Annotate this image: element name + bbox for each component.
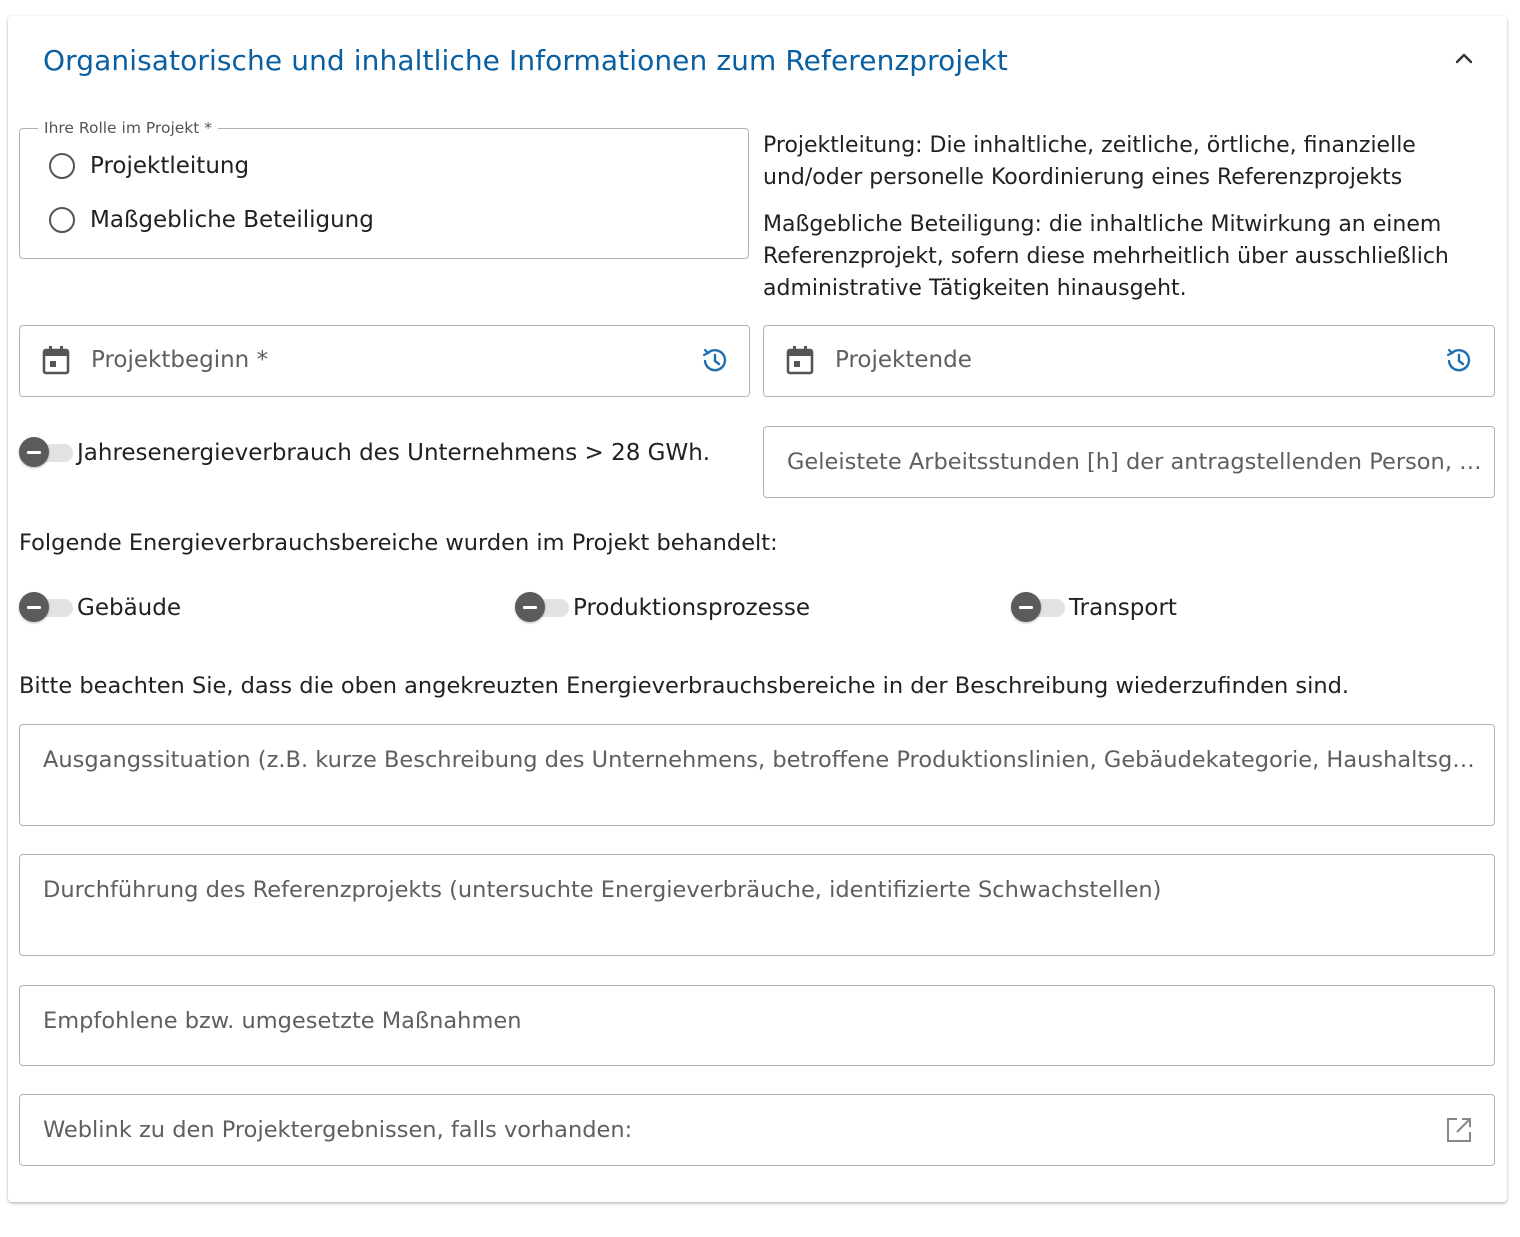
arbeitsstunden-input[interactable]: Geleistete Arbeitsstunden [h] der antrag… [763, 426, 1495, 498]
weblink-input[interactable]: Weblink zu den Projektergebnissen, falls… [19, 1094, 1495, 1166]
weblink-placeholder: Weblink zu den Projektergebnissen, falls… [43, 1117, 633, 1143]
toggle-switch[interactable] [19, 592, 73, 622]
areas-intro: Folgende Energieverbrauchsbereiche wurde… [19, 530, 778, 556]
chevron-up-icon [1455, 53, 1473, 64]
section-title: Organisatorische und inhaltliche Informa… [43, 44, 1008, 77]
info-beteiligung: Maßgebliche Beteiligung: die inhaltliche… [763, 212, 1449, 301]
radio-label: Projektleitung [90, 153, 250, 179]
calendar-icon[interactable] [40, 344, 72, 376]
energy-consumption-toggle[interactable]: Jahresenergieverbrauch des Unternehmens … [19, 437, 711, 467]
projektende-input[interactable]: Projektende [763, 325, 1495, 397]
referenzprojekt-card: Organisatorische und inhaltliche Informa… [8, 16, 1507, 1202]
energy-toggle-label: Jahresenergieverbrauch des Unternehmens … [77, 440, 711, 466]
ausgangssituation-placeholder: Ausgangssituation (z.B. kurze Beschreibu… [43, 747, 1483, 773]
massnahmen-placeholder: Empfohlene bzw. umgesetzte Maßnahmen [43, 1008, 522, 1034]
toggle-produktionsprozesse[interactable]: Produktionsprozesse [515, 592, 810, 622]
minus-icon [515, 592, 545, 622]
toggle-label: Produktionsprozesse [573, 595, 810, 621]
history-icon[interactable] [1444, 346, 1474, 376]
toggle-switch[interactable] [1011, 592, 1065, 622]
toggle-transport[interactable]: Transport [1011, 592, 1177, 622]
toggle-gebaeude[interactable]: Gebäude [19, 592, 181, 622]
radio-circle-icon[interactable] [49, 153, 75, 179]
arbeitsstunden-placeholder: Geleistete Arbeitsstunden [h] der antrag… [787, 449, 1487, 475]
minus-icon [19, 592, 49, 622]
toggle-switch[interactable] [19, 437, 73, 467]
role-legend: Ihre Rolle im Projekt * [38, 119, 219, 137]
projektbeginn-input[interactable]: Projektbeginn * [19, 325, 750, 397]
projektbeginn-placeholder: Projektbeginn * [91, 347, 269, 373]
massnahmen-textarea[interactable]: Empfohlene bzw. umgesetzte Maßnahmen [19, 985, 1495, 1066]
toggle-switch[interactable] [515, 592, 569, 622]
ausgangssituation-textarea[interactable]: Ausgangssituation (z.B. kurze Beschreibu… [19, 724, 1495, 826]
toggle-label: Gebäude [77, 595, 181, 621]
projektende-placeholder: Projektende [835, 347, 972, 373]
durchfuehrung-textarea[interactable]: Durchführung des Referenzprojekts (unter… [19, 854, 1495, 956]
role-radio-group: Ihre Rolle im Projekt * Projektleitung M… [19, 119, 749, 259]
history-icon[interactable] [700, 346, 730, 376]
durchfuehrung-placeholder: Durchführung des Referenzprojekts (unter… [43, 877, 1162, 903]
minus-icon [19, 437, 49, 467]
radio-massgebliche-beteiligung[interactable]: Maßgebliche Beteiligung [49, 207, 374, 233]
radio-projektleitung[interactable]: Projektleitung [49, 153, 249, 179]
areas-note: Bitte beachten Sie, dass die oben angekr… [19, 673, 1350, 699]
external-link-icon[interactable] [1444, 1115, 1474, 1145]
toggle-label: Transport [1069, 595, 1177, 621]
minus-icon [1011, 592, 1041, 622]
calendar-icon[interactable] [784, 344, 816, 376]
radio-circle-icon[interactable] [49, 207, 75, 233]
info-projektleitung: Projektleitung: Die inhaltliche, zeitlic… [763, 133, 1416, 190]
radio-label: Maßgebliche Beteiligung [90, 207, 374, 233]
collapse-button[interactable] [1452, 46, 1476, 70]
